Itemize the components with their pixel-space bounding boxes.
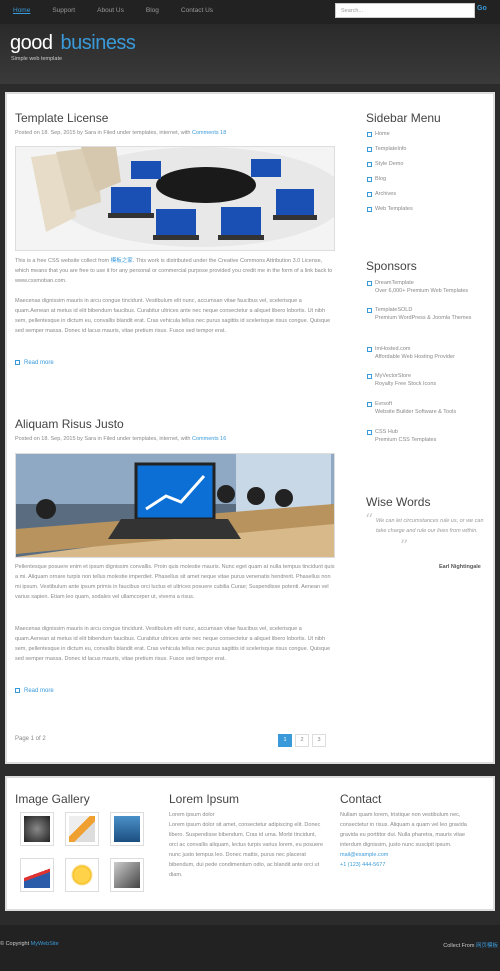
- site-logo[interactable]: good business: [10, 32, 136, 55]
- gallery-thumb[interactable]: [110, 812, 144, 846]
- main-nav: Home Support About Us Blog Contact Us: [13, 7, 235, 14]
- post-paragraph: Maecenas dignissim mauris in arcu congue…: [15, 626, 331, 662]
- post-paragraph: This is a free CSS website collect from …: [15, 256, 335, 286]
- sidebar-item-archives[interactable]: Archives: [366, 190, 396, 198]
- post-meta: Posted on 18. Sep, 2015 by Sara in Filed…: [15, 130, 226, 136]
- logo-part-2: business: [60, 32, 136, 54]
- post-paragraph: Pellentesque posuere enim et ipsum digni…: [15, 564, 335, 600]
- search-go-button[interactable]: Go: [477, 5, 487, 12]
- site-slogan: Simple web template: [11, 56, 63, 62]
- read-more-link[interactable]: Read more: [15, 360, 54, 366]
- footer-credit-link[interactable]: 网页模板: [476, 943, 498, 949]
- sponsor-name[interactable]: MyVectorStore: [375, 373, 411, 379]
- post-paragraph: Maecenas dignissim mauris in arcu congue…: [15, 298, 331, 334]
- post-image-laptop: [15, 453, 335, 558]
- sponsor-desc: Affordable Web Hosting Provider: [375, 354, 455, 360]
- post-meta-text: Posted on 18. Sep, 2015 by Sara in Filed…: [15, 436, 191, 442]
- contact-phone[interactable]: +1 (123) 444-5677: [340, 862, 385, 868]
- post-title[interactable]: Aliquam Risus Justo: [15, 417, 124, 431]
- page-3-button[interactable]: 3: [312, 734, 326, 747]
- sponsor-name[interactable]: CSS Hub: [375, 429, 398, 435]
- post-meta-text: Posted on 18. Sep, 2015 by Sara in Filed…: [15, 130, 191, 136]
- sponsor-name[interactable]: ImHosted.com: [375, 346, 410, 352]
- nav-about[interactable]: About Us: [97, 7, 124, 14]
- sponsor-desc: Premium WordPress & Joomla Themes: [375, 315, 472, 321]
- contact-title: Contact: [340, 792, 382, 806]
- post-link[interactable]: 模板之家: [111, 258, 133, 264]
- sidebar-item-blog[interactable]: Blog: [366, 175, 386, 183]
- gallery-thumb[interactable]: [65, 858, 99, 892]
- page-1-button[interactable]: 1: [278, 734, 292, 747]
- quote-open-icon: “: [365, 510, 374, 529]
- post-meta: Posted on 18. Sep, 2015 by Sara in Filed…: [15, 436, 226, 442]
- lorem-title: Lorem Ipsum: [169, 792, 240, 806]
- post-title[interactable]: Template License: [15, 111, 108, 125]
- sponsor-item[interactable]: TemplateSOLD Premium WordPress & Joomla T…: [366, 306, 472, 322]
- gallery-thumb[interactable]: [20, 812, 54, 846]
- read-more-link[interactable]: Read more: [15, 688, 54, 694]
- sponsor-item[interactable]: CSS Hub Premium CSS Templates: [366, 428, 437, 444]
- footer-site-link[interactable]: MyWebSite: [31, 941, 59, 947]
- sidebar-item-style-demo[interactable]: Style Demo: [366, 160, 403, 168]
- nav-home[interactable]: Home: [13, 7, 30, 14]
- contact-email-link[interactable]: mail@example.com: [340, 852, 388, 858]
- sponsor-name[interactable]: TemplateSOLD: [375, 307, 412, 313]
- sidebar-item-templateinfo[interactable]: TemplateInfo: [367, 145, 407, 153]
- quote-close-icon: ”: [400, 536, 409, 555]
- sponsor-name[interactable]: DreamTemplate: [375, 280, 414, 286]
- search-input[interactable]: Search...: [335, 3, 475, 18]
- sidebar-item-web-templates[interactable]: Web Templates: [367, 205, 413, 213]
- nav-blog[interactable]: Blog: [146, 7, 159, 14]
- contact-text: Nullam quam lorem, tristique non vestibu…: [340, 810, 480, 870]
- gallery-thumb[interactable]: [110, 858, 144, 892]
- footer-copyright: © Copyright MyWebSite: [0, 941, 59, 947]
- page-2-button[interactable]: 2: [295, 734, 309, 747]
- post-image-conference: [15, 146, 346, 251]
- gallery-title: Image Gallery: [15, 792, 90, 806]
- nav-support[interactable]: Support: [52, 7, 75, 14]
- footer-credit: Collect From 网页模板: [443, 941, 498, 949]
- sponsor-desc: Premium CSS Templates: [375, 437, 437, 443]
- comments-link[interactable]: Comments 18: [192, 130, 226, 136]
- sponsor-name[interactable]: Evrsoft: [375, 401, 392, 407]
- sidebar-item-home[interactable]: Home: [367, 130, 390, 138]
- copyright-text: © Copyright: [0, 941, 30, 947]
- sponsor-desc: Royalty Free Stock Icons: [375, 381, 437, 387]
- sponsor-item[interactable]: DreamTemplate Over 6,000+ Premium Web Tem…: [366, 279, 469, 295]
- credit-text: Collect From: [443, 943, 475, 949]
- sponsors-title: Sponsors: [366, 259, 417, 273]
- post-text: This is a free CSS website collect from: [15, 258, 110, 264]
- sponsor-desc: Website Builder Software & Tools: [375, 409, 457, 415]
- footer: [0, 925, 500, 971]
- sponsor-item[interactable]: Evrsoft Website Builder Software & Tools: [366, 400, 457, 416]
- quote-author: Earl Nightingale: [439, 564, 481, 570]
- sponsor-desc: Over 6,000+ Premium Web Templates: [375, 288, 469, 294]
- sponsor-item[interactable]: MyVectorStore Royalty Free Stock Icons: [366, 372, 437, 388]
- comments-link[interactable]: Comments 16: [192, 436, 226, 442]
- lorem-text: Lorem ipsum dolor Lorem ipsum dolor sit …: [169, 812, 324, 878]
- contact-body: Nullam quam lorem, tristique non vestibu…: [340, 812, 467, 848]
- gallery-thumb[interactable]: [20, 858, 54, 892]
- pagination-label: Page 1 of 2: [15, 736, 46, 742]
- sidebar-menu-title: Sidebar Menu: [366, 111, 441, 125]
- nav-contact[interactable]: Contact Us: [181, 7, 213, 14]
- quote-text: We can let circumstances rule us, or we …: [376, 518, 484, 534]
- sponsor-item[interactable]: ImHosted.com Affordable Web Hosting Provi…: [367, 345, 455, 361]
- gallery-thumb[interactable]: [65, 812, 99, 846]
- wise-words-title: Wise Words: [366, 495, 431, 509]
- logo-part-1: good: [10, 32, 53, 54]
